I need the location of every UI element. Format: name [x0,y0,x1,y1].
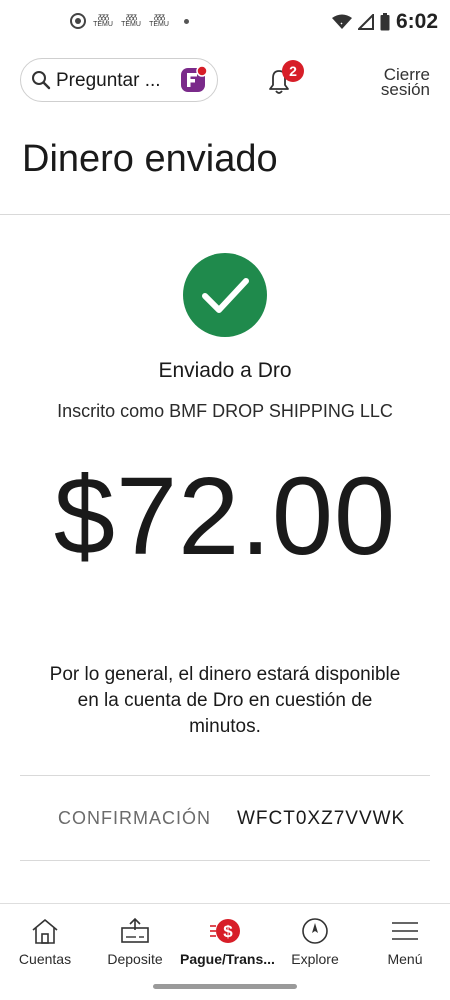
whatsapp-icon [70,13,86,29]
nav-label: Menú [387,951,423,967]
home-icon [32,919,58,944]
nav-item-cuentas[interactable]: Cuentas [0,904,90,974]
temu-glyph: ᵹᵹᵹ [125,12,137,21]
recipient-label: Enviado a Dro [158,359,292,382]
search-input[interactable]: Preguntar ... [20,58,218,102]
notification-icons: ᵹᵹᵹ TEMU ᵹᵹᵹ TEMU ᵹᵹᵹ TEMU [70,13,189,29]
checkmark-icon [202,278,249,313]
temu-icon: ᵹᵹᵹ TEMU [92,13,114,29]
nav-item-deposite[interactable]: Deposite [90,904,180,974]
battery-icon [380,13,390,31]
temu-label: TEMU [93,21,113,28]
divider [20,775,430,776]
bottom-nav: Cuentas Deposite $ Pague/Trans... Explor… [0,903,450,974]
svg-text:$: $ [223,922,233,941]
temu-icon: ᵹᵹᵹ TEMU [120,13,142,29]
status-bar: ᵹᵹᵹ TEMU ᵹᵹᵹ TEMU ᵹᵹᵹ TEMU 6:02 [0,0,450,46]
availability-line: minutos. [189,716,261,737]
home-gesture-bar[interactable] [153,984,297,989]
availability-line: en la cuenta de Dro en cuestión de [77,690,373,711]
nav-label: Cuentas [18,951,72,967]
signal-icon [357,14,374,30]
nav-item-menu[interactable]: Menú [360,904,450,974]
confirmation-number: WFCT0XZ7VVWK [237,808,406,829]
search-icon [32,71,51,90]
wifi-icon [331,14,352,29]
divider [0,214,450,215]
compass-icon [302,918,328,944]
temu-icon: ᵹᵹᵹ TEMU [148,13,170,29]
clock: 6:02 [395,10,438,33]
enrolled-as-label: Inscrito como BMF DROP SHIPPING LLC [57,401,393,421]
more-notifications-dot-icon [184,18,189,24]
nav-label: Deposite [107,951,163,967]
availability-line: Por lo general, el dinero estará disponi… [49,664,401,685]
logout-button[interactable]: Cierre sesión [370,66,430,99]
system-status: 6:02 [331,10,438,34]
menu-icon [392,922,418,940]
notification-badge: 2 [282,60,304,82]
divider [20,860,430,861]
search-placeholder: Preguntar ... [56,70,161,91]
pay-transfer-icon: $ [210,919,240,943]
deposit-icon [121,917,149,943]
logout-label-line2: sesión [380,80,430,99]
temu-label: TEMU [149,21,169,28]
amount-sent: $72.00 [53,455,397,578]
availability-message: Por lo general, el dinero estará disponi… [20,662,430,740]
temu-glyph: ᵹᵹᵹ [153,12,165,21]
confirmation-label: CONFIRMACIÓN [58,808,211,828]
nav-item-explore[interactable]: Explore [270,904,360,974]
fargo-assistant-icon[interactable] [179,65,209,95]
nav-label: Pague/Trans... [180,951,275,967]
temu-glyph: ᵹᵹᵹ [97,12,109,21]
page-title: Dinero enviado [22,138,278,180]
success-check-icon [183,253,267,337]
nav-label: Explore [291,951,339,967]
temu-label: TEMU [121,21,141,28]
nav-item-pague-transfiera[interactable]: $ Pague/Trans... [180,904,275,974]
